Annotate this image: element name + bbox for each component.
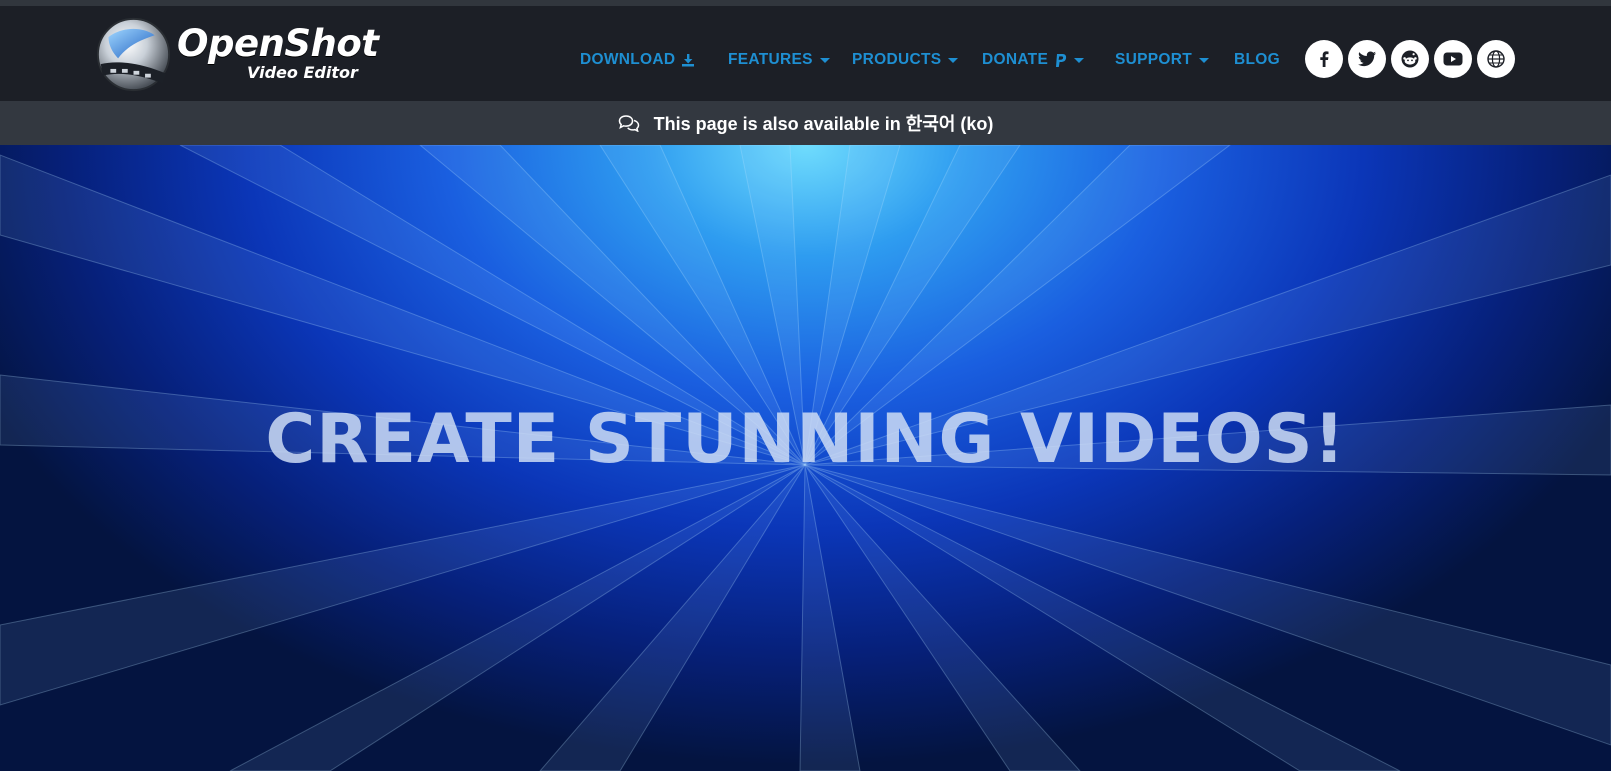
language-notice-bar: This page is also available in 한국어 (ko) <box>0 101 1611 145</box>
nav-download[interactable]: DOWNLOAD <box>580 46 695 74</box>
nav-products[interactable]: PRODUCTS <box>852 46 959 74</box>
nav-donate-label: DONATE <box>982 51 1049 68</box>
paypal-icon <box>1056 53 1067 67</box>
youtube-button[interactable] <box>1434 40 1472 78</box>
navbar: OpenShot Video Editor DOWNLOAD FEATURES … <box>0 6 1611 101</box>
reddit-button[interactable] <box>1391 40 1429 78</box>
language-button[interactable] <box>1477 40 1515 78</box>
youtube-icon <box>1443 52 1463 66</box>
download-icon <box>682 54 695 67</box>
language-notice-link[interactable]: This page is also available in 한국어 (ko) <box>654 110 994 136</box>
chevron-down-icon <box>948 57 959 63</box>
chevron-down-icon <box>1199 57 1210 63</box>
twitter-button[interactable] <box>1348 40 1386 78</box>
facebook-icon <box>1320 51 1329 67</box>
hero-title: CREATE STUNNING VIDEOS! <box>265 400 1346 479</box>
nav-products-label: PRODUCTS <box>852 51 942 68</box>
nav-features-label: FEATURES <box>728 51 813 68</box>
globe-icon <box>1487 50 1505 68</box>
facebook-button[interactable] <box>1305 40 1343 78</box>
twitter-icon <box>1358 51 1376 67</box>
reddit-icon <box>1401 50 1419 68</box>
hero-banner: CREATE STUNNING VIDEOS! <box>0 145 1611 771</box>
chat-bubbles-icon <box>618 115 639 132</box>
nav-features[interactable]: FEATURES <box>728 46 830 74</box>
nav-blog[interactable]: BLOG <box>1234 46 1280 74</box>
nav-support-label: SUPPORT <box>1115 51 1193 68</box>
nav-donate[interactable]: DONATE <box>982 46 1085 74</box>
nav-blog-label: BLOG <box>1234 51 1280 68</box>
chevron-down-icon <box>1074 57 1085 63</box>
nav-download-label: DOWNLOAD <box>580 51 676 68</box>
chevron-down-icon <box>819 57 830 63</box>
nav-support[interactable]: SUPPORT <box>1115 46 1210 74</box>
